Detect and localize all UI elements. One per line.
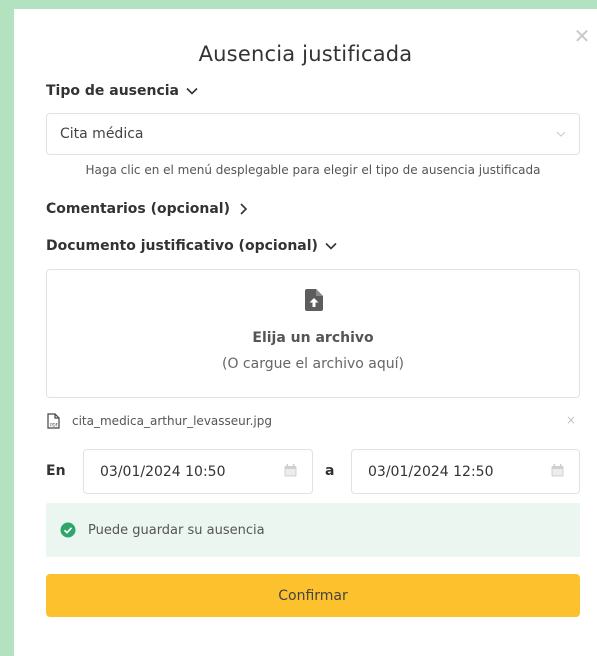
from-date-value: 03/01/2024 10:50: [100, 463, 226, 480]
dropzone-subtitle: (O cargue el archivo aquí): [222, 356, 404, 372]
absence-type-select[interactable]: Cita médica: [46, 113, 580, 155]
document-toggle[interactable]: Documento justificativo (opcional): [46, 238, 338, 254]
attached-file-name: cita_medica_arthur_levasseur.jpg: [72, 414, 272, 428]
absence-type-hint: Haga clic en el menú desplegable para el…: [85, 163, 541, 177]
status-message: Puede guardar su ausencia: [88, 522, 265, 538]
chevron-down-icon: [325, 242, 337, 250]
check-circle-icon: [60, 522, 76, 538]
file-upload-icon: [305, 289, 323, 311]
absence-type-label: Tipo de ausencia: [46, 83, 180, 99]
comments-label: Comentarios (opcional): [46, 201, 230, 217]
to-date-input[interactable]: 03/01/2024 12:50: [351, 449, 580, 494]
svg-text:PDF: PDF: [50, 423, 58, 428]
to-date-value: 03/01/2024 12:50: [368, 463, 494, 480]
status-alert: Puede guardar su ausencia: [46, 503, 580, 557]
from-label: En: [46, 463, 66, 479]
document-label: Documento justificativo (opcional): [46, 238, 318, 254]
absence-type-toggle[interactable]: Tipo de ausencia: [46, 83, 199, 99]
absence-type-value: Cita médica: [60, 126, 144, 142]
comments-toggle[interactable]: Comentarios (opcional): [46, 201, 250, 217]
dialog-title: Ausencia justificada: [198, 42, 413, 66]
pdf-file-icon: PDF: [47, 413, 60, 429]
calendar-icon[interactable]: [551, 464, 564, 477]
from-date-input[interactable]: 03/01/2024 10:50: [83, 449, 313, 494]
remove-file-icon[interactable]: ×: [566, 413, 576, 427]
attached-file: PDF cita_medica_arthur_levasseur.jpg ×: [46, 412, 580, 430]
chevron-down-icon: [556, 131, 566, 137]
chevron-right-icon: [240, 203, 248, 215]
dropzone-title: Elija un archivo: [252, 330, 374, 346]
calendar-icon[interactable]: [284, 464, 297, 477]
chevron-down-icon: [186, 87, 198, 95]
to-label: a: [325, 463, 335, 479]
confirm-button[interactable]: Confirmar: [46, 574, 580, 617]
file-dropzone[interactable]: Elija un archivo (O cargue el archivo aq…: [46, 269, 580, 398]
